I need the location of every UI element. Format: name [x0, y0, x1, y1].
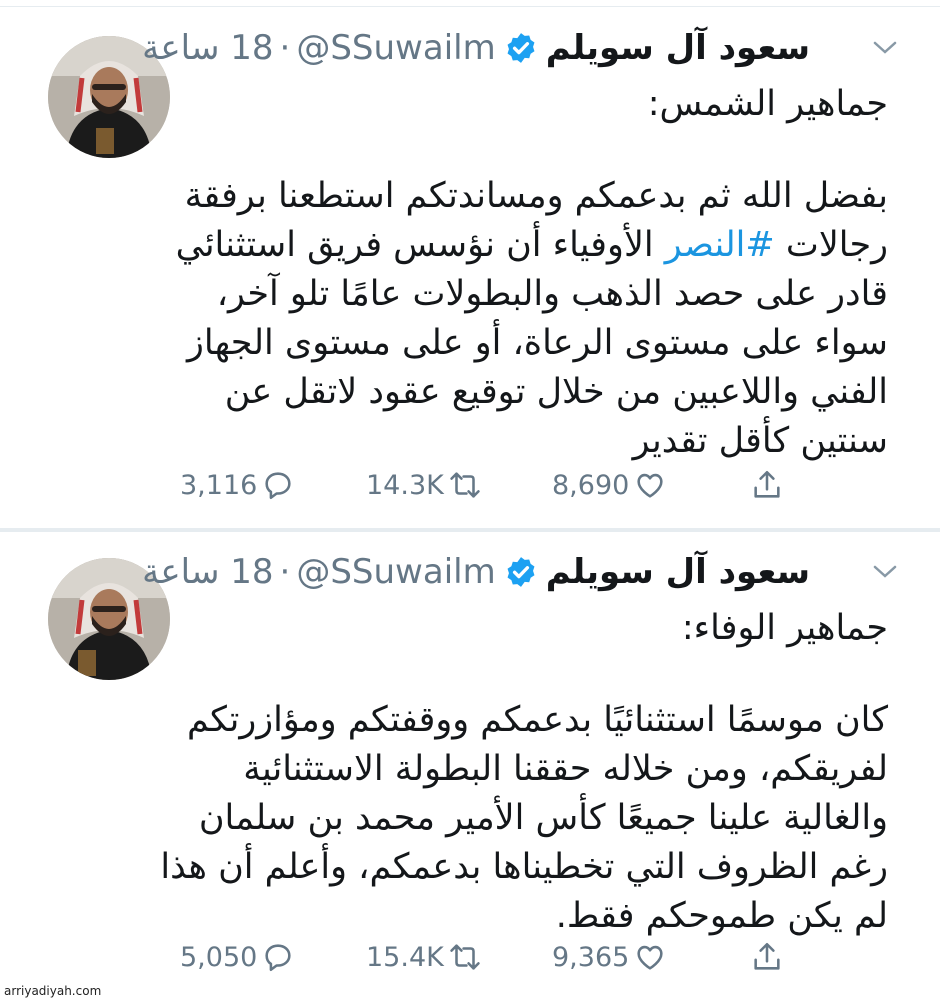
tweet-line: سنتين كأقل تقدير [632, 421, 888, 461]
tweet-line: بفضل الله ثم بدعمكم ومساندتكم استطعنا بر… [184, 176, 888, 216]
reply-button[interactable]: 3,116 [180, 468, 295, 502]
hashtag-link[interactable]: #النصر [665, 225, 775, 265]
tweet-line: سواء على مستوى الرعاة، أو على مستوى الجه… [187, 323, 888, 363]
tweet-text: بفضل الله ثم بدعمكم ومساندتكم استطعنا بر… [128, 172, 888, 466]
like-count: 9,365 [552, 941, 630, 973]
action-bar: 5,050 15.4K 9,365 [180, 940, 800, 980]
tweet-line: قادر على حصد الذهب والبطولات عامًا تلو آ… [216, 274, 888, 314]
tweet[interactable]: سعود آل سويلم @SSuwailm · 18 ساعة جماهير… [0, 0, 940, 528]
tweet-text: كان موسمًا استثنائيًا بدعمكم ووقفتكم ومؤ… [128, 696, 888, 941]
reply-button[interactable]: 5,050 [180, 940, 295, 974]
tweet-line: لم يكن طموحكم فقط. [555, 896, 888, 936]
display-name[interactable]: سعود آل سويلم [546, 28, 810, 68]
retweet-button[interactable]: 15.4K [366, 940, 482, 974]
share-button[interactable] [746, 940, 784, 974]
like-button[interactable]: 9,365 [552, 940, 667, 974]
retweet-icon [450, 472, 480, 498]
tweet-line: كان موسمًا استثنائيًا بدعمكم ووقفتكم ومؤ… [187, 700, 888, 740]
like-icon [637, 473, 663, 498]
tweet-line-with-hashtag: رجالات #النصر الأوفياء أن نؤسس فريق استث… [128, 221, 888, 270]
retweet-count: 14.3K [366, 469, 444, 501]
like-button[interactable]: 8,690 [552, 468, 667, 502]
tweet-line: لفريقكم، ومن خلاله حققنا البطولة الاستثن… [243, 749, 888, 789]
user-handle[interactable]: @SSuwailm [296, 28, 495, 68]
share-icon [754, 470, 780, 498]
tweet-line: والغالية علينا جميعًا كأس الأمير محمد بن… [198, 798, 888, 838]
text-fragment: الأوفياء أن نؤسس فريق استثنائي [175, 225, 654, 265]
share-button[interactable] [746, 468, 784, 502]
tweet-greeting: جماهير الشمس: [647, 84, 888, 124]
display-name[interactable]: سعود آل سويلم [546, 552, 810, 592]
tweet[interactable]: سعود آل سويلم @SSuwailm · 18 ساعة جماهير… [0, 532, 940, 1000]
retweet-icon [450, 944, 480, 970]
chevron-down-icon[interactable] [870, 562, 900, 582]
tweet-line: رغم الظروف التي تخطيناها بدعمكم، وأعلم أ… [160, 847, 888, 887]
retweet-count: 15.4K [366, 941, 444, 973]
timestamp[interactable]: 18 ساعة [142, 28, 273, 68]
reply-icon [265, 472, 291, 500]
separator-dot: · [279, 552, 291, 592]
tweet-header: سعود آل سويلم @SSuwailm · 18 ساعة [142, 28, 810, 68]
tweet-line: الفني واللاعبين من خلال توقيع عقود لاتقل… [224, 372, 888, 412]
action-bar: 3,116 14.3K 8,690 [180, 468, 800, 508]
verified-badge-icon [504, 31, 538, 65]
retweet-button[interactable]: 14.3K [366, 468, 482, 502]
verified-badge-icon [504, 555, 538, 589]
reply-count: 3,116 [180, 469, 258, 501]
text-fragment: رجالات [785, 225, 888, 265]
separator-dot: · [279, 28, 291, 68]
like-count: 8,690 [552, 469, 630, 501]
reply-count: 5,050 [180, 941, 258, 973]
tweet-greeting: جماهير الوفاء: [681, 608, 888, 648]
user-handle[interactable]: @SSuwailm [296, 552, 495, 592]
share-icon [754, 942, 780, 970]
chevron-down-icon[interactable] [870, 38, 900, 58]
reply-icon [265, 944, 291, 972]
tweet-header: سعود آل سويلم @SSuwailm · 18 ساعة [142, 552, 810, 592]
watermark: arriyadiyah.com [4, 984, 102, 998]
like-icon [637, 945, 663, 970]
timestamp[interactable]: 18 ساعة [142, 552, 273, 592]
